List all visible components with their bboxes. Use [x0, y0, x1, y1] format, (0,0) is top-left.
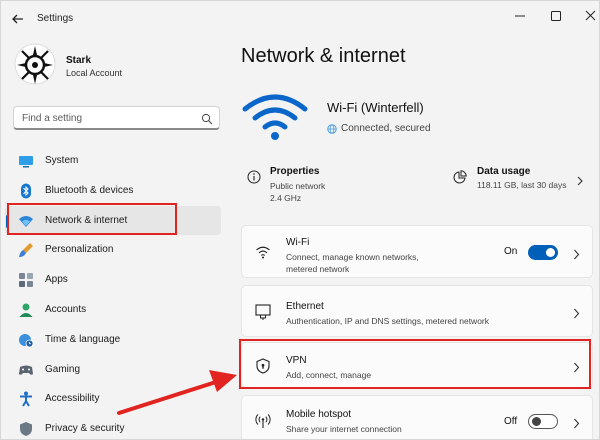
properties-title[interactable]: Properties	[270, 166, 319, 177]
highlight-box-network	[7, 203, 177, 235]
info-icon	[247, 170, 261, 184]
wifi-card-title: Wi-Fi	[286, 237, 310, 248]
chevron-right-icon[interactable]	[573, 416, 580, 429]
toggle-knob	[532, 417, 541, 426]
maximize-icon[interactable]	[545, 7, 567, 25]
ethernet-icon	[255, 304, 271, 320]
hotspot-toggle-label: Off	[504, 416, 518, 427]
search-input[interactable]: Find a setting	[13, 106, 220, 130]
sidebar-item-system[interactable]: System	[5, 146, 221, 176]
sidebar-item-label: Accounts	[45, 303, 87, 315]
brush-icon	[18, 242, 34, 258]
close-icon[interactable]	[580, 7, 599, 25]
sidebar-item-label: System	[45, 155, 79, 166]
sidebar-item-label: Bluetooth & devices	[45, 184, 134, 196]
sidebar: Stark Local Account Find a setting Syste…	[1, 35, 229, 439]
hotspot-card[interactable]: Mobile hotspot Share your internet conne…	[241, 395, 593, 439]
accessibility-icon	[18, 391, 34, 407]
connection-name: Wi-Fi (Winterfell)	[327, 100, 424, 115]
highlight-box-vpn	[239, 339, 591, 389]
hotspot-card-desc: Share your internet connection	[286, 424, 402, 434]
connection-status: Connected, secured	[327, 123, 431, 134]
wifi-card-desc-line: Connect, manage known networks,	[286, 252, 419, 262]
globe-clock-icon	[18, 332, 34, 348]
data-usage-detail: 118.11 GB, last 30 days	[477, 180, 567, 190]
settings-window: Settings Stark Local Account Find a sett…	[0, 0, 600, 440]
sidebar-item-accessibility[interactable]: Accessibility	[5, 384, 221, 414]
data-usage-title[interactable]: Data usage	[477, 166, 530, 177]
sidebar-item-bluetooth[interactable]: Bluetooth & devices	[5, 176, 221, 206]
ethernet-card-desc: Authentication, IP and DNS settings, met…	[286, 316, 490, 326]
wifi-card-desc: Connect, manage known networks, metered …	[286, 251, 419, 275]
sidebar-item-personalization[interactable]: Personalization	[5, 235, 221, 265]
page-title: Network & internet	[241, 45, 406, 67]
accounts-icon	[18, 302, 34, 318]
gamepad-icon	[18, 362, 34, 378]
sidebar-nav: System Bluetooth & devices Network & int…	[5, 146, 221, 439]
connection-status-text: Connected, secured	[341, 123, 431, 134]
sidebar-item-label: Time & language	[45, 333, 121, 345]
sidebar-item-label: Accessibility	[45, 393, 100, 405]
chevron-right-icon[interactable]	[573, 247, 580, 260]
properties-details: Public network 2.4 GHz	[270, 180, 325, 204]
sidebar-item-label: Apps	[45, 274, 68, 286]
ethernet-card-title: Ethernet	[286, 301, 324, 312]
shield-icon	[18, 421, 34, 437]
properties-line: Public network	[270, 181, 326, 191]
window-title: Settings	[37, 13, 74, 24]
wifi-signal-icon	[241, 91, 309, 141]
title-bar: Settings	[1, 1, 599, 35]
account-type: Local Account	[66, 68, 123, 78]
sidebar-item-label: Gaming	[45, 363, 81, 375]
apps-icon	[18, 272, 34, 288]
sidebar-item-gaming[interactable]: Gaming	[5, 355, 221, 385]
wifi-icon	[255, 244, 271, 260]
search-icon	[201, 112, 213, 125]
ethernet-card[interactable]: Ethernet Authentication, IP and DNS sett…	[241, 285, 593, 337]
user-name: Stark	[66, 55, 92, 66]
wifi-card[interactable]: Wi-Fi Connect, manage known networks, me…	[241, 225, 593, 278]
back-arrow-icon[interactable]	[9, 10, 27, 28]
wifi-toggle[interactable]	[528, 245, 558, 260]
pie-chart-icon	[453, 170, 467, 184]
chevron-right-icon[interactable]	[573, 306, 580, 319]
sidebar-item-label: Personalization	[45, 244, 114, 256]
sidebar-item-time-language[interactable]: Time & language	[5, 325, 221, 355]
sidebar-item-label: Privacy & security	[45, 423, 125, 435]
sidebar-item-accounts[interactable]: Accounts	[5, 295, 221, 325]
hotspot-icon	[255, 413, 271, 429]
search-placeholder: Find a setting	[22, 113, 83, 124]
sidebar-item-apps[interactable]: Apps	[5, 265, 221, 295]
sidebar-item-privacy[interactable]: Privacy & security	[5, 414, 221, 439]
wifi-toggle-label: On	[504, 246, 518, 257]
hotspot-toggle[interactable]	[528, 414, 558, 429]
monitor-icon	[18, 153, 34, 169]
hotspot-card-title: Mobile hotspot	[286, 409, 352, 420]
wifi-card-desc-line: metered network	[286, 264, 350, 274]
minimize-icon[interactable]	[509, 7, 531, 25]
avatar[interactable]	[14, 43, 56, 85]
chevron-right-icon[interactable]	[576, 173, 584, 186]
bluetooth-icon	[18, 183, 34, 199]
globe-icon	[327, 123, 337, 134]
toggle-knob	[546, 248, 555, 257]
info-row: Properties Public network 2.4 GHz Data u…	[241, 160, 593, 210]
properties-line: 2.4 GHz	[270, 193, 302, 203]
